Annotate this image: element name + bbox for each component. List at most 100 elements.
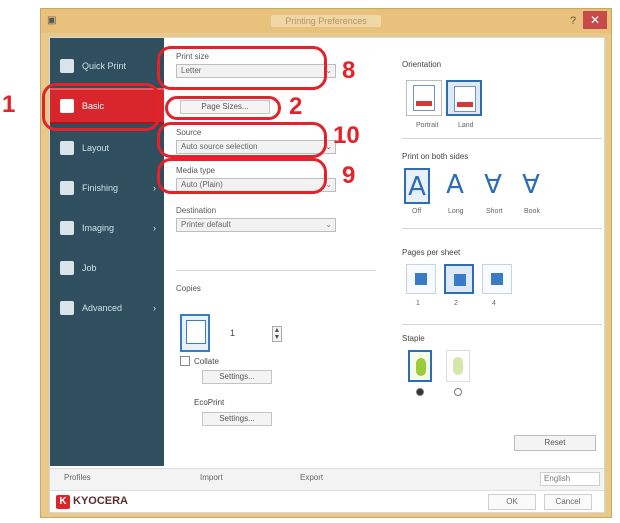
- callout-source: [157, 122, 327, 158]
- collate-settings-button[interactable]: Settings...: [202, 370, 272, 384]
- logo-text: KYOCERA: [73, 495, 129, 507]
- sidebar-item-finishing[interactable]: Finishing ›: [50, 170, 164, 206]
- callout-page-sizes: [165, 96, 281, 120]
- duplex-book-option[interactable]: ∀: [518, 168, 544, 204]
- import-button[interactable]: Import: [200, 473, 223, 487]
- callout-number-9: 9: [342, 162, 356, 189]
- orientation-label: Orientation: [402, 60, 442, 69]
- leaf-icon: [453, 357, 463, 375]
- callout-number-10: 10: [333, 122, 360, 149]
- options-panel: Orientation Portrait Land Print on both …: [402, 38, 606, 466]
- staple-off-radio[interactable]: [454, 388, 462, 396]
- pages-mark-icon: [415, 273, 427, 285]
- duplex-label: Print on both sides: [402, 152, 469, 161]
- finishing-icon: [60, 181, 74, 195]
- collate-label: Collate: [194, 357, 219, 366]
- advanced-wrench-icon: [60, 301, 74, 315]
- sidebar-item-label: Imaging: [82, 223, 115, 233]
- sidebar-item-label: Layout: [82, 143, 110, 153]
- callout-number-8: 8: [342, 57, 356, 84]
- footer-bar: K KYOCERA OK Cancel: [50, 490, 604, 512]
- sidebar-item-label: Finishing: [82, 183, 119, 193]
- pages-1-label: 1: [416, 300, 420, 307]
- callout-basic-tab: [42, 83, 160, 131]
- staple-off-option[interactable]: [446, 350, 470, 382]
- ecoprint-settings-button[interactable]: Settings...: [202, 412, 272, 426]
- duplex-long-label: Long: [448, 208, 464, 215]
- chevron-right-icon: ›: [153, 303, 156, 313]
- landscape-option[interactable]: [446, 80, 482, 116]
- sidebar-item-label: Quick Print: [82, 61, 127, 71]
- destination-value: Printer default: [181, 220, 231, 229]
- callout-number-1: 1: [2, 91, 16, 118]
- screenshot: 1 ▣ Printing Preferences ? ✕ Quick Print…: [0, 0, 620, 523]
- callout-media-type: [157, 158, 327, 194]
- sidebar-item-label: Job: [82, 263, 97, 273]
- profiles-bar: Profiles Import Export English: [50, 468, 604, 490]
- copies-stepper[interactable]: ▲ ▼: [272, 326, 282, 342]
- pages-2-option[interactable]: [444, 264, 474, 294]
- cancel-button[interactable]: Cancel: [544, 494, 592, 510]
- copies-label: Copies: [176, 284, 201, 293]
- export-button[interactable]: Export: [300, 473, 323, 487]
- portrait-option-label: Portrait: [416, 122, 439, 129]
- pages-1-option[interactable]: [406, 264, 436, 294]
- pages-mark-icon: [491, 273, 503, 285]
- landscape-bar-icon: [457, 102, 473, 107]
- destination-label: Destination: [176, 206, 217, 215]
- staple-label: Staple: [402, 334, 425, 343]
- portrait-bar-icon: [416, 101, 432, 106]
- window-title: Printing Preferences: [271, 15, 381, 27]
- sidebar-item-quick-print[interactable]: Quick Print: [50, 48, 164, 84]
- callout-print-size: [157, 46, 327, 90]
- portrait-option[interactable]: [406, 80, 442, 116]
- ecoprint-label: EcoPrint: [194, 398, 225, 407]
- duplex-short-label: Short: [486, 208, 503, 215]
- duplex-book-label: Book: [524, 208, 540, 215]
- landscape-page-icon: [454, 86, 476, 112]
- sidebar-item-job[interactable]: Job: [50, 250, 164, 286]
- portrait-page-icon: [413, 85, 435, 111]
- pages-2-label: 2: [454, 300, 458, 307]
- duplex-long-option[interactable]: A: [442, 168, 468, 204]
- divider: [402, 138, 602, 139]
- pages-mark-icon: [454, 274, 466, 286]
- duplex-short-option[interactable]: ∀: [480, 168, 506, 204]
- sidebar-item-advanced[interactable]: Advanced ›: [50, 290, 164, 326]
- landscape-option-label: Land: [458, 122, 474, 129]
- sidebar-item-label: Advanced: [82, 303, 123, 313]
- pages-4-option[interactable]: [482, 264, 512, 294]
- chevron-right-icon: ›: [153, 223, 156, 233]
- copies-input[interactable]: 1: [230, 328, 248, 342]
- profiles-button[interactable]: Profiles: [64, 473, 91, 487]
- divider: [402, 228, 602, 229]
- quick-print-icon: [60, 59, 74, 73]
- kyocera-logo: K KYOCERA: [56, 495, 128, 509]
- ok-button[interactable]: OK: [488, 494, 536, 510]
- chevron-right-icon: ›: [153, 183, 156, 193]
- duplex-off-label: Off: [412, 208, 422, 215]
- help-button[interactable]: ?: [565, 12, 581, 30]
- kyocera-k-icon: K: [56, 495, 70, 509]
- title-bar: ▣ Printing Preferences ? ✕: [41, 9, 611, 33]
- duplex-off-option[interactable]: A: [404, 168, 430, 204]
- reset-button[interactable]: Reset: [514, 435, 596, 451]
- pages-per-sheet-label: Pages per sheet: [402, 248, 461, 257]
- collate-checkbox[interactable]: [180, 356, 190, 366]
- leaf-icon: [416, 358, 426, 376]
- staple-on-radio[interactable]: [416, 388, 424, 396]
- destination-select[interactable]: Printer default ⌄: [176, 218, 336, 232]
- chevron-down-icon: ⌄: [325, 220, 332, 229]
- layout-icon: [60, 141, 74, 155]
- printer-icon: ▣: [47, 15, 57, 26]
- language-select[interactable]: English: [540, 472, 600, 486]
- pages-4-label: 4: [492, 300, 496, 307]
- divider: [176, 270, 376, 271]
- copies-icon: [180, 314, 210, 352]
- sidebar-item-layout[interactable]: Layout: [50, 130, 164, 166]
- job-icon: [60, 261, 74, 275]
- sidebar-item-imaging[interactable]: Imaging ›: [50, 210, 164, 246]
- callout-number-2: 2: [289, 93, 303, 120]
- staple-on-option[interactable]: [408, 350, 432, 382]
- close-button[interactable]: ✕: [583, 11, 607, 29]
